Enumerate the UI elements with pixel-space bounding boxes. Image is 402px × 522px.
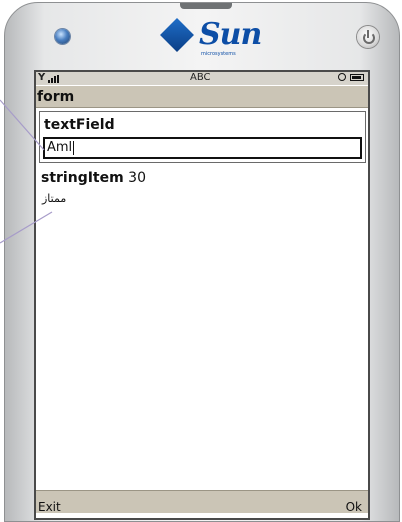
brand-logo: Sun microsystems (160, 17, 262, 61)
status-bar: Y ABC (36, 72, 368, 85)
text-field-item[interactable]: textField Aml (39, 111, 366, 163)
power-button-icon[interactable] (357, 26, 379, 48)
text-caret (73, 140, 75, 155)
ok-softkey[interactable]: Ok (346, 500, 362, 514)
top-notch (180, 3, 232, 9)
softkey-bar: Exit Ok (36, 490, 368, 514)
brand-subtitle: microsystems (201, 51, 236, 57)
signal-strength-icon (48, 75, 59, 83)
clock-icon (338, 73, 346, 81)
input-mode: ABC (190, 72, 211, 83)
string-item-label: stringItem (41, 170, 124, 186)
sun-diamond-icon (160, 18, 194, 52)
form-title: form (36, 86, 368, 108)
exit-softkey[interactable]: Exit (38, 500, 61, 514)
string-item-value: 30 (128, 170, 146, 186)
battery-icon (350, 74, 364, 81)
text-field-label: textField (44, 117, 115, 133)
status-led-icon (55, 29, 70, 44)
text-field-input[interactable]: Aml (43, 137, 362, 159)
string-item: stringItem 30 (41, 170, 146, 186)
antenna-icon: Y (38, 72, 46, 83)
status-icons (338, 72, 364, 81)
phone-screen: Y ABC form textField Aml stringItem 30 م… (34, 70, 370, 520)
string-item-text: ممتاز (42, 192, 67, 205)
brand-name: Sun (199, 17, 262, 52)
text-field-value: Aml (47, 140, 73, 155)
